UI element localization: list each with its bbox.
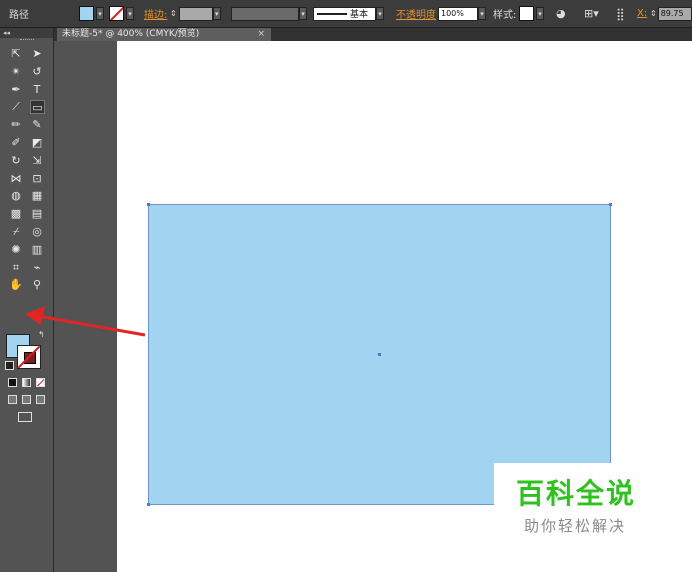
symbol-sprayer-tool-icon[interactable]: ✺ [9,243,23,257]
anchor-point-top-left[interactable] [147,203,150,206]
width-tool-icon[interactable]: ⋈ [9,172,23,186]
fill-color-picker[interactable]: ▾ [79,0,104,27]
transform-grid-icon[interactable]: ⣿ [616,0,625,27]
anchor-point-top-right[interactable] [609,203,612,206]
close-tab-icon[interactable]: × [257,28,265,41]
opacity-field[interactable]: 100% ▾ [438,0,486,27]
pencil-tool-icon[interactable]: ✎ [30,118,44,132]
watermark-title: 百科全说 [516,477,637,510]
none-mode-icon[interactable] [36,378,45,387]
opacity-label[interactable]: 不透明度 [396,0,436,27]
swap-fill-stroke-icon[interactable]: ↰ [38,330,45,339]
document-tab-bar: 未标题-5* @ 400% (CMYK/预览) × [54,28,692,41]
rotate-tool-icon[interactable]: ↻ [9,154,23,168]
draw-inside-icon[interactable] [36,395,45,404]
lasso-tool-icon[interactable]: ↺ [30,65,44,79]
color-mode-icon[interactable] [8,378,17,387]
hand-tool-icon[interactable]: ✋ [9,278,23,292]
variable-width-profile-dropdown[interactable]: ▾ [231,0,307,27]
draw-behind-icon[interactable] [22,395,31,404]
blob-brush-tool-icon[interactable]: ✐ [9,136,23,150]
document-tab[interactable]: 未标题-5* @ 400% (CMYK/预览) × [57,28,271,41]
x-coordinate-value[interactable]: 89.75 [657,6,692,21]
graphic-style-picker[interactable]: ▾ [519,0,544,27]
type-tool-icon[interactable]: T [30,83,44,97]
magic-wand-tool-icon[interactable]: ✴ [9,65,23,79]
free-transform-tool-icon[interactable]: ⊡ [30,172,44,186]
column-graph-tool-icon[interactable]: ▥ [30,243,44,257]
default-fill-stroke-icon[interactable] [5,361,14,370]
eyedropper-tool-icon[interactable]: ⌿ [9,225,23,239]
align-options-icon[interactable]: ⊞▾ [584,0,599,27]
perspective-grid-tool-icon[interactable]: ▦ [30,189,44,203]
tools-panel-header[interactable]: ◂◂ [0,28,53,38]
direct-selection-tool-icon[interactable]: ➤ [30,47,44,61]
collapse-panel-icon[interactable]: ◂◂ [3,29,10,37]
tools-panel: ◂◂ ⇱ ➤ ✴ ↺ ✒ T ⟋ ▭ ✏ ✎ ✐ ◩ ↻ ⇲ ⋈ ⊡ ◍ ▦ ▩ ▤ ⌿ ◎ ✺ ▥ ⌗ ⌁ ✋ ⚲ ↰ [0,28,54,572]
change-screen-mode-icon[interactable] [18,412,32,422]
x-coordinate-label[interactable]: X: [637,0,647,27]
selection-type-label: 路径 [9,10,29,21]
brush-name: 基本 [350,10,369,20]
stroke-color-swatch[interactable] [17,345,41,369]
watermark-subtitle: 助你轻松解决 [524,517,627,535]
artboard-tool-icon[interactable]: ⌗ [9,261,23,275]
stroke-weight-field[interactable]: ⇕ ▾ [170,0,221,27]
stroke-color-picker[interactable]: ▾ [109,0,134,27]
opacity-value[interactable]: 100% [438,6,478,21]
style-label: 样式: [493,10,517,21]
eraser-tool-icon[interactable]: ◩ [30,136,44,150]
shape-builder-tool-icon[interactable]: ◍ [9,189,23,203]
gradient-mode-icon[interactable] [22,378,31,387]
anchor-point-bottom-left[interactable] [147,503,150,506]
shape-center-point[interactable] [378,353,381,356]
zoom-tool-icon[interactable]: ⚲ [30,278,44,292]
rectangle-tool-icon[interactable]: ▭ [30,100,45,115]
control-bar: 路径 ▾ ▾ 描边: ⇕ ▾ ▾ 基本 ▾ 不透明度 100% ▾ 样式: ▾ ◕ ⊞… [0,0,692,28]
paintbrush-tool-icon[interactable]: ✏ [9,118,23,132]
stroke-weight-label[interactable]: 描边: [144,0,167,27]
scale-tool-icon[interactable]: ⇲ [30,154,44,168]
recolor-artwork-icon[interactable]: ◕ [556,0,566,27]
selection-tool-icon[interactable]: ⇱ [9,47,23,61]
line-segment-tool-icon[interactable]: ⟋ [9,100,23,114]
gradient-tool-icon[interactable]: ▤ [30,207,44,221]
panel-grip-icon[interactable] [20,39,34,42]
mesh-tool-icon[interactable]: ▩ [9,207,23,221]
x-coordinate-field[interactable]: ⇕ 89.75 [650,0,692,27]
draw-normal-icon[interactable] [8,395,17,404]
pen-tool-icon[interactable]: ✒ [9,83,23,97]
brush-definition-dropdown[interactable]: 基本 ▾ [313,0,384,27]
pasteboard-gutter [54,41,117,572]
watermark: 百科全说 助你轻松解决 [494,463,667,547]
slice-tool-icon[interactable]: ⌁ [30,261,44,275]
blend-tool-icon[interactable]: ◎ [30,225,44,239]
document-tab-title: 未标题-5* @ 400% (CMYK/预览) [62,29,200,39]
